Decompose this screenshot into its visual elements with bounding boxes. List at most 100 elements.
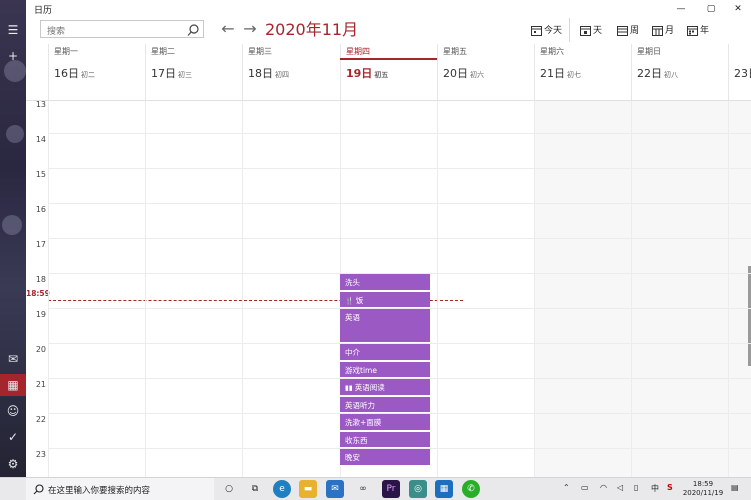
event-title: 饭 — [355, 295, 364, 305]
date-label: 22日 初八 — [637, 65, 678, 81]
day-header[interactable]: 星期日 22日 初八 — [631, 44, 728, 100]
wallpaper-blob — [6, 125, 24, 143]
day-header[interactable]: 星期一 16日 初二 — [48, 44, 145, 100]
day-view-icon — [580, 26, 591, 36]
mail-icon[interactable]: ✉ — [0, 348, 26, 370]
event-title: 游戏time — [345, 365, 377, 375]
event-title: 洗头 — [345, 278, 360, 287]
weekday-label: 星期六 — [540, 47, 564, 56]
calendar-event[interactable]: 中介 — [340, 344, 430, 361]
date-number: 23日 — [734, 67, 751, 80]
taskbar-clock[interactable]: 18:59 2020/11/19 — [681, 480, 725, 498]
new-event-plus-icon[interactable]: + — [0, 45, 26, 67]
hour-label: 15 — [35, 170, 46, 179]
day-view-button[interactable]: 天 — [580, 23, 602, 39]
date-number: 16日 — [54, 67, 79, 80]
today-calendar-icon — [531, 26, 542, 36]
next-week-arrow-icon[interactable]: → — [240, 18, 260, 40]
tray-network-icon[interactable]: ▭ — [581, 483, 589, 492]
app-circles-icon[interactable]: ∞ — [354, 480, 372, 498]
task-view-icon[interactable]: ⧉ — [246, 480, 264, 498]
event-title: 英语 — [345, 313, 360, 322]
edge-browser-icon[interactable]: e — [273, 480, 291, 498]
hour-gridline — [48, 133, 751, 134]
hour-gridline — [48, 203, 751, 204]
lunar-date: 初八 — [664, 71, 678, 79]
calendar-event[interactable]: 🍴 饭 — [340, 291, 430, 308]
calendar-event[interactable]: 英语听力 — [340, 396, 430, 413]
tray-sogou-icon[interactable]: S — [667, 483, 673, 492]
previous-week-arrow-icon[interactable]: ← — [218, 18, 238, 40]
app-camera-icon[interactable]: ◎ — [409, 480, 427, 498]
calendar-event[interactable]: ▮▮ 英语阅读 — [340, 379, 430, 396]
notification-center-icon[interactable]: ▤ — [731, 483, 739, 492]
taskbar-search-box[interactable]: 在这里输入你要搜索的内容 — [26, 478, 214, 500]
weekday-label: 星期三 — [248, 47, 272, 56]
cortana-circle-icon[interactable]: ○ — [220, 480, 238, 498]
app-title: 日历 — [34, 6, 53, 16]
calendar-event[interactable]: 晚安 — [340, 449, 430, 466]
calendar-event[interactable]: 洗漱+面膜 — [340, 414, 430, 431]
premiere-pro-icon[interactable]: Pr — [382, 480, 400, 498]
calendar-event[interactable]: 洗头 — [340, 274, 430, 291]
lunar-date: 初六 — [470, 71, 484, 79]
lunar-date: 初五 — [374, 71, 389, 79]
date-label: 23日 — [734, 65, 751, 81]
clock-time: 18:59 — [692, 480, 714, 488]
month-view-label: 月 — [665, 26, 675, 36]
hamburger-menu-icon[interactable]: ☰ — [0, 19, 26, 41]
event-title: 中介 — [345, 348, 360, 357]
day-header[interactable]: 星期六 21日 初七 — [534, 44, 631, 100]
today-button[interactable]: 今天 — [531, 23, 562, 39]
day-header-today[interactable]: 星期四 19日 初五 — [340, 44, 437, 100]
settings-gear-icon[interactable]: ⚙ — [0, 453, 26, 475]
tray-ime-indicator[interactable]: 中 — [651, 483, 659, 494]
hour-label: 20 — [35, 345, 46, 354]
day-header[interactable]: 星期三 18日 初四 — [242, 44, 340, 100]
day-header[interactable]: 星期二 17日 初三 — [145, 44, 242, 100]
date-number: 18日 — [248, 67, 273, 80]
weekend-column — [534, 101, 631, 477]
calendar-app-taskbar-icon[interactable]: ▦ — [435, 480, 453, 498]
week-view-icon — [617, 26, 628, 36]
year-view-icon — [687, 26, 698, 36]
event-title: 晚安 — [345, 453, 360, 462]
calendar-nav-icon[interactable]: ▦ — [0, 374, 26, 396]
month-view-button[interactable]: 月 — [652, 23, 674, 39]
date-label: 21日 初七 — [540, 65, 581, 81]
hour-gridline — [48, 168, 751, 169]
people-icon[interactable]: ☺ — [0, 400, 26, 422]
day-column-divider — [631, 101, 632, 477]
file-explorer-icon[interactable]: ▬ — [299, 480, 317, 498]
month-title[interactable]: 2020年11月 — [265, 18, 358, 42]
tray-volume-icon[interactable]: ◁ — [617, 483, 623, 492]
todo-check-icon[interactable]: ✓ — [0, 426, 26, 448]
day-column-divider — [437, 101, 438, 477]
day-header[interactable]: 星期五 20日 初六 — [437, 44, 534, 100]
search-icon[interactable] — [187, 22, 199, 41]
year-view-button[interactable]: 年 — [687, 23, 709, 39]
search-box[interactable]: 搜索 — [40, 20, 204, 38]
calendar-event[interactable]: 英语 — [340, 309, 430, 343]
maximize-button[interactable]: ▢ — [697, 0, 725, 18]
today-label: 今天 — [544, 26, 563, 36]
tray-battery-icon[interactable]: ▯ — [634, 483, 638, 492]
minimize-button[interactable]: — — [667, 0, 695, 18]
taskbar: 在这里输入你要搜索的内容 ○ ⧉ e ▬ ✉ ∞ Pr ◎ ▦ ✆ ⌃ ▭ ◠ … — [0, 477, 751, 500]
date-number: 20日 — [443, 67, 468, 80]
calendar-event[interactable]: 游戏time — [340, 361, 430, 378]
close-button[interactable]: ✕ — [724, 0, 751, 18]
mail-app-icon[interactable]: ✉ — [326, 480, 344, 498]
hour-label: 16 — [35, 205, 46, 214]
today-indicator-bar — [340, 58, 437, 60]
tray-chevron-up-icon[interactable]: ⌃ — [563, 483, 570, 492]
hour-label: 19 — [35, 310, 46, 319]
tray-wifi-icon[interactable]: ◠ — [600, 483, 607, 492]
week-time-grid[interactable]: 18:59 13 14 15 16 17 18 19 20 21 22 23 洗头 🍴 饭英语 中介 游戏ti… — [26, 101, 751, 477]
calendar-event[interactable]: 收东西 — [340, 431, 430, 448]
weekend-column — [631, 101, 728, 477]
week-view-button[interactable]: 周 — [617, 23, 639, 39]
wechat-icon[interactable]: ✆ — [462, 480, 480, 498]
date-number: 19日 — [346, 67, 373, 80]
day-header[interactable]: 23日 — [728, 44, 751, 100]
